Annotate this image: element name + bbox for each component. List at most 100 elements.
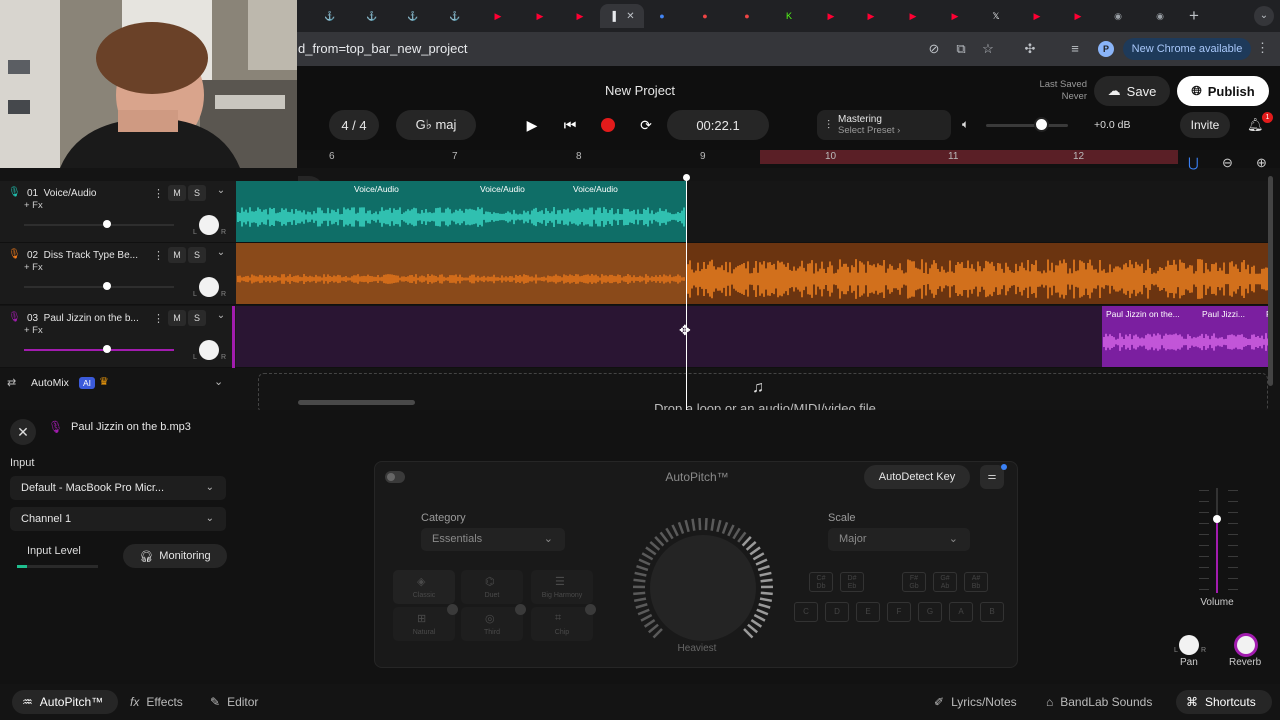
track-lane[interactable]: Voice/Audio Voice/Audio Voice/Audio <box>236 181 1270 243</box>
chevron-down-icon[interactable]: ⌄ <box>213 245 229 261</box>
new-chrome-button[interactable]: New Chrome available <box>1123 38 1251 60</box>
magnet-snap-icon[interactable]: ⋃ <box>1188 155 1199 171</box>
automix-chevron-icon[interactable]: ⌄ <box>214 375 223 388</box>
settings-sliders-icon[interactable]: ⚌ <box>980 465 1004 489</box>
vertical-scrollbar[interactable] <box>1268 176 1273 386</box>
browser-tab[interactable]: ⚓ <box>393 4 433 28</box>
extensions-icon[interactable]: ✣ <box>1021 40 1039 58</box>
clip-label[interactable]: Paul Jizzin on the... <box>1106 309 1180 319</box>
loop-region[interactable] <box>760 150 1178 164</box>
pan-knob[interactable] <box>1179 635 1199 655</box>
bandlab-sounds-button[interactable]: ⌂ BandLab Sounds <box>1036 690 1162 714</box>
url-field[interactable]: d_from=top_bar_new_project <box>298 41 467 56</box>
tab-search-icon[interactable]: ⌄ <box>1254 6 1274 26</box>
browser-tab[interactable]: ▌ ✕ <box>600 4 644 28</box>
browser-tab[interactable]: ▶ <box>560 4 600 28</box>
style-option[interactable]: ⊞ Natural <box>393 607 455 641</box>
key-button[interactable]: C# Db <box>809 572 833 592</box>
add-fx-button[interactable]: + Fx <box>24 325 43 336</box>
track-name[interactable]: 01 Voice/Audio <box>27 188 145 199</box>
solo-button[interactable]: S <box>188 247 206 263</box>
key-button[interactable]: D# Eb <box>840 572 864 592</box>
style-option[interactable]: ◎ Third <box>461 607 523 641</box>
browser-tab[interactable]: K <box>769 4 809 28</box>
browser-tab[interactable]: ▶ <box>811 4 851 28</box>
autopitch-tab[interactable]: ♒︎ AutoPitch™ <box>12 690 118 714</box>
chevron-down-icon[interactable]: ⌄ <box>213 183 229 199</box>
browser-tab[interactable]: ▶ <box>1017 4 1057 28</box>
style-option[interactable]: ☰ Big Harmony <box>531 570 593 604</box>
browser-tab[interactable]: ◉ <box>1140 4 1180 28</box>
automix-row[interactable]: ⇄ AutoMix AI ♛ ⌄ <box>0 368 236 398</box>
track-volume-fader[interactable] <box>24 349 174 351</box>
key-button[interactable]: G <box>918 602 942 622</box>
style-option[interactable]: ⌬ Duet <box>461 570 523 604</box>
channel-dropdown[interactable]: Channel 1 ⌄ <box>10 507 226 531</box>
key-button[interactable]: F <box>887 602 911 622</box>
close-icon[interactable]: ✕ <box>10 419 36 445</box>
browser-tab[interactable]: 𝕏 <box>976 4 1016 28</box>
save-button[interactable]: ☁ Save <box>1094 76 1170 106</box>
clip-label[interactable]: Voice/Audio <box>354 184 399 194</box>
browser-tab[interactable]: ▶ <box>935 4 975 28</box>
key-button[interactable]: A# Bb <box>964 572 988 592</box>
track-name[interactable]: 03 Paul Jizzin on the b... <box>27 313 145 324</box>
horizontal-scrollbar[interactable] <box>298 400 415 405</box>
loop-icon[interactable]: ⟳ <box>634 113 658 137</box>
browser-tab[interactable]: ▶ <box>893 4 933 28</box>
effects-tab[interactable]: fx Effects <box>120 690 193 714</box>
editor-tab[interactable]: ✎ Editor <box>200 690 268 714</box>
clip-label[interactable]: Voice/Audio <box>573 184 618 194</box>
fader-handle[interactable] <box>103 345 111 353</box>
track-lane[interactable] <box>236 243 1270 305</box>
track-header[interactable]: 🎙︎ 03 Paul Jizzin on the b... + Fx ⋮ M S ⌄ L R <box>0 306 236 368</box>
browser-tab[interactable]: ● <box>685 4 725 28</box>
browser-tab[interactable]: ⚓ <box>435 4 475 28</box>
browser-tab[interactable]: ◉ <box>1098 4 1138 28</box>
mute-button[interactable]: M <box>168 185 186 201</box>
style-option[interactable]: ◈ Classic <box>393 570 455 604</box>
solo-button[interactable]: S <box>188 185 206 201</box>
camera-off-icon[interactable]: ⊘ <box>925 40 943 58</box>
key-button[interactable]: A <box>949 602 973 622</box>
shortcuts-button[interactable]: ⌘ Shortcuts <box>1176 690 1272 714</box>
project-title[interactable]: New Project <box>540 83 740 98</box>
browser-tab[interactable]: ▶ <box>478 4 518 28</box>
speaker-icon[interactable]: 🔈︎ <box>962 117 969 132</box>
track-volume-fader[interactable] <box>24 224 174 226</box>
browser-tab[interactable]: ⚓ <box>352 4 392 28</box>
key-button[interactable]: F# Gb <box>902 572 926 592</box>
install-icon[interactable]: ⧉ <box>952 40 970 58</box>
key-button[interactable]: E <box>856 602 880 622</box>
playhead[interactable] <box>686 176 687 414</box>
pan-knob[interactable] <box>199 340 219 360</box>
add-fx-button[interactable]: + Fx <box>24 200 43 211</box>
input-device-dropdown[interactable]: Default - MacBook Pro Micr... ⌄ <box>10 476 226 500</box>
track-volume-fader[interactable] <box>24 286 174 288</box>
new-tab-button[interactable]: + <box>1184 6 1204 26</box>
master-volume-slider[interactable] <box>986 124 1068 127</box>
pan-knob[interactable] <box>199 215 219 235</box>
browser-tab[interactable]: ● <box>727 4 767 28</box>
zoom-out-icon[interactable]: ⊖ <box>1222 155 1233 171</box>
key-button[interactable]: B <box>980 602 1004 622</box>
track-name[interactable]: 02 Diss Track Type Be... <box>27 250 145 261</box>
time-signature[interactable]: 4 / 4 <box>329 110 379 140</box>
more-icon[interactable]: ⋮ <box>153 312 164 325</box>
media-icon[interactable]: ≡ <box>1066 40 1084 58</box>
more-icon[interactable]: ⋮ <box>153 249 164 262</box>
invite-button[interactable]: Invite <box>1180 112 1230 138</box>
clip-label[interactable]: Voice/Audio <box>480 184 525 194</box>
solo-button[interactable]: S <box>188 310 206 326</box>
style-option[interactable]: ⌗ Chip <box>531 607 593 641</box>
chevron-down-icon[interactable]: ⌄ <box>213 308 229 324</box>
browser-menu-icon[interactable]: ⋮ <box>1256 40 1269 56</box>
bell-icon[interactable]: 🔔︎ <box>1247 117 1264 133</box>
master-volume-handle[interactable] <box>1034 117 1049 132</box>
key-button[interactable]: C <box>794 602 818 622</box>
playhead-handle[interactable] <box>683 174 690 181</box>
autodetect-key-button[interactable]: AutoDetect Key <box>864 465 970 489</box>
scale-dropdown[interactable]: Major ⌄ <box>828 528 970 551</box>
track-header[interactable]: 🎙︎ 02 Diss Track Type Be... + Fx ⋮ M S ⌄ L R <box>0 243 236 305</box>
close-tab-icon[interactable]: ✕ <box>626 11 634 22</box>
